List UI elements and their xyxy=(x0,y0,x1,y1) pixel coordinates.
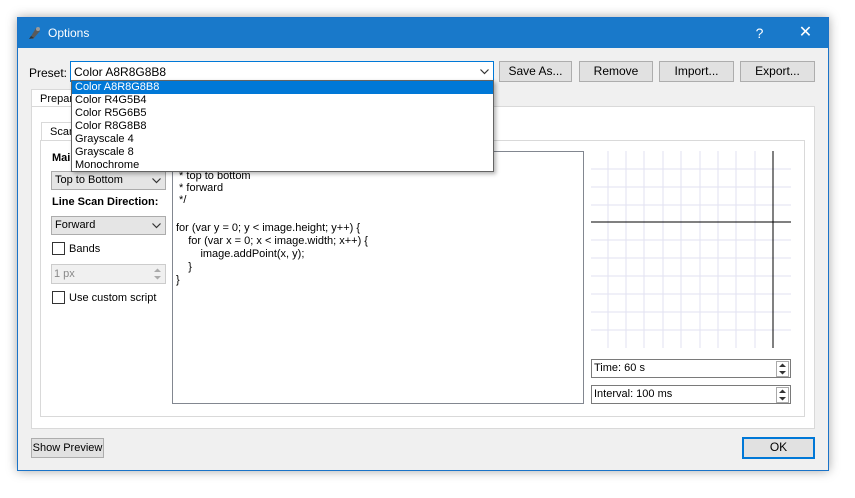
main-direction-select[interactable]: Top to Bottom xyxy=(51,171,166,190)
window-title: Options xyxy=(48,26,90,40)
preset-option[interactable]: Monochrome xyxy=(72,159,493,172)
preset-label: Preset: xyxy=(29,66,68,80)
custom-script-label: Use custom script xyxy=(69,292,157,304)
preset-option[interactable]: Color R5G6B5 xyxy=(72,107,493,120)
tab-scan[interactable]: Scan xyxy=(41,122,75,142)
preset-option[interactable]: Color R8G8B8 xyxy=(72,120,493,133)
preset-option[interactable]: Color A8R8G8B8 xyxy=(72,81,493,94)
title-bar: Options ? ✕ xyxy=(18,18,828,48)
scan-preview-grid xyxy=(591,151,791,348)
preset-option[interactable]: Grayscale 4 xyxy=(72,133,493,146)
script-editor[interactable]: * top to bottom * forward */ for (var y … xyxy=(172,151,584,404)
chevron-down-icon xyxy=(480,69,489,75)
preset-option[interactable]: Grayscale 8 xyxy=(72,146,493,159)
code-line: */ xyxy=(176,194,187,206)
spin-arrows-icon xyxy=(776,361,789,377)
import-button[interactable]: Import... xyxy=(659,61,734,82)
code-line: } xyxy=(176,261,192,273)
bands-size-spinbox[interactable]: 1 px xyxy=(51,264,166,284)
bands-checkbox[interactable] xyxy=(52,242,65,255)
line-scan-direction-label: Line Scan Direction: xyxy=(52,196,159,208)
code-line: } xyxy=(176,274,180,286)
preset-selected-value: Color A8R8G8B8 xyxy=(74,65,167,79)
preset-dropdown-list: Color A8R8G8B8 Color R4G5B4 Color R5G6B5… xyxy=(71,80,494,172)
custom-script-checkbox[interactable] xyxy=(52,291,65,304)
chevron-down-icon xyxy=(152,223,161,229)
preset-select[interactable]: Color A8R8G8B8 xyxy=(70,61,494,82)
show-preview-button[interactable]: Show Preview xyxy=(31,438,104,458)
interval-value: Interval: 100 ms xyxy=(594,388,673,400)
interval-spinbox[interactable]: Interval: 100 ms xyxy=(591,385,791,404)
export-button[interactable]: Export... xyxy=(740,61,815,82)
code-line: for (var x = 0; x < image.width; x++) { xyxy=(176,235,368,247)
line-scan-direction-select[interactable]: Forward xyxy=(51,216,166,235)
preset-option[interactable]: Color R4G5B4 xyxy=(72,94,493,107)
main-direction-label: Mai xyxy=(52,152,71,164)
line-scan-direction-value: Forward xyxy=(55,219,96,231)
remove-button[interactable]: Remove xyxy=(579,61,653,82)
code-line: * forward xyxy=(176,182,224,194)
spin-arrows-icon xyxy=(154,268,161,280)
main-direction-value: Top to Bottom xyxy=(55,174,123,186)
chevron-down-icon xyxy=(152,178,161,184)
time-value: Time: 60 s xyxy=(594,362,645,374)
close-button[interactable]: ✕ xyxy=(783,18,828,48)
ok-button[interactable]: OK xyxy=(742,437,815,459)
help-button[interactable]: ? xyxy=(737,18,782,48)
save-as-button[interactable]: Save As... xyxy=(499,61,572,82)
bands-label: Bands xyxy=(69,243,101,255)
code-line: image.addPoint(x, y); xyxy=(176,248,305,260)
spin-arrows-icon xyxy=(776,387,789,403)
options-dialog: Options ? ✕ Preset: Color A8R8G8B8 Save … xyxy=(17,17,829,471)
code-line: for (var y = 0; y < image.height; y++) { xyxy=(176,222,361,234)
bands-size-value: 1 px xyxy=(54,268,75,280)
app-icon xyxy=(29,27,40,39)
time-spinbox[interactable]: Time: 60 s xyxy=(591,359,791,378)
